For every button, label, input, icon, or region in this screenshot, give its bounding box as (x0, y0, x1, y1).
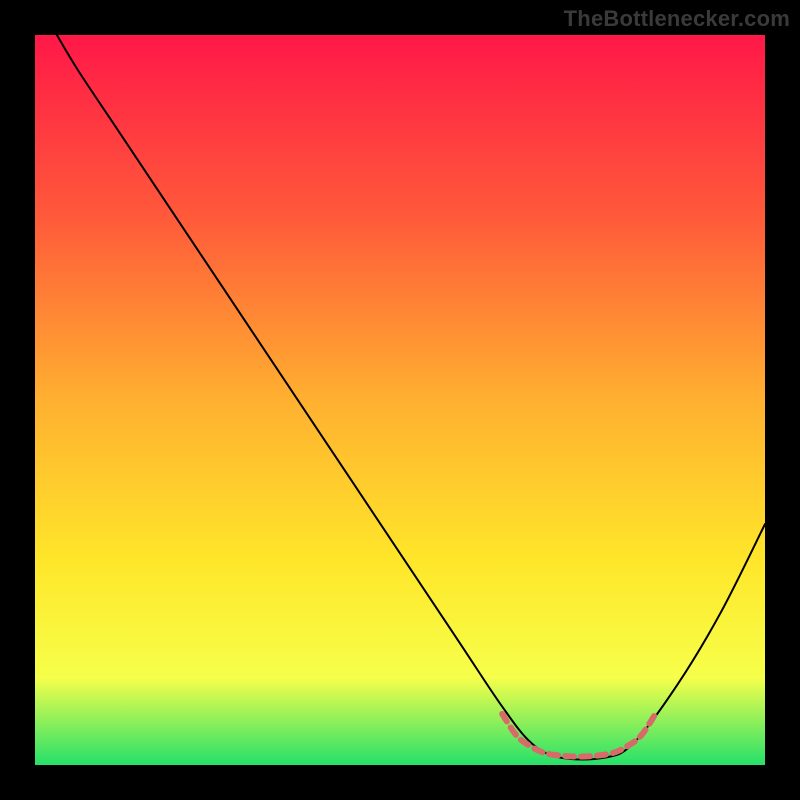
watermark-text: TheBottlenecker.com (564, 6, 790, 32)
chart-frame (35, 35, 765, 765)
bottleneck-chart (35, 35, 765, 765)
gradient-background (35, 35, 765, 765)
